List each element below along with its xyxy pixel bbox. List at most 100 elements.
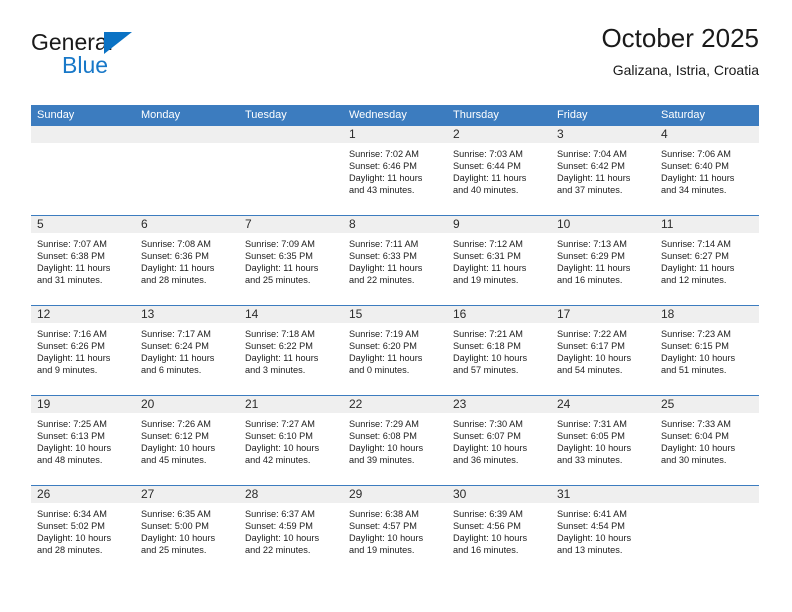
day-details: Sunrise: 6:37 AM Sunset: 4:59 PM Daylight:… (239, 504, 343, 556)
day-details: Sunrise: 7:12 AM Sunset: 6:31 PM Daylight:… (447, 234, 551, 286)
weekday-header-sunday: Sunday (37, 109, 75, 121)
sunrise-text: Sunrise: 7:02 AM (349, 149, 419, 159)
sunrise-text: Sunrise: 7:25 AM (37, 419, 107, 429)
calendar-day-cell[interactable]: 5 Sunrise: 7:07 AM Sunset: 6:38 PM Daylight… (31, 216, 135, 305)
sunrise-text: Sunrise: 7:19 AM (349, 329, 419, 339)
sunset-text: Sunset: 6:29 PM (557, 251, 625, 262)
daylight-text-cont: and 45 minutes. (141, 455, 207, 466)
calendar-day-cell[interactable]: 4 Sunrise: 7:06 AM Sunset: 6:40 PM Daylight… (655, 126, 759, 215)
calendar-day-cell[interactable]: 27 Sunrise: 6:35 AM Sunset: 5:00 PM Dayligh… (135, 486, 239, 575)
day-number: 9 (453, 217, 460, 231)
calendar-day-cell[interactable]: 10 Sunrise: 7:13 AM Sunset: 6:29 PM Dayligh… (551, 216, 655, 305)
sunrise-text: Sunrise: 6:35 AM (141, 509, 211, 519)
sunrise-text: Sunrise: 7:22 AM (557, 329, 627, 339)
sunrise-text: Sunrise: 6:41 AM (557, 509, 627, 519)
calendar-day-cell[interactable]: 2 Sunrise: 7:03 AM Sunset: 6:44 PM Daylight… (447, 126, 551, 215)
calendar-day-cell-empty (31, 126, 135, 215)
day-number: 22 (349, 397, 363, 411)
sunrise-text: Sunrise: 6:39 AM (453, 509, 523, 519)
sunrise-text: Sunrise: 7:08 AM (141, 239, 211, 249)
day-number: 3 (557, 127, 564, 141)
sunset-text: Sunset: 6:46 PM (349, 161, 417, 172)
daylight-text: Daylight: 10 hours (661, 353, 736, 364)
day-number: 14 (245, 307, 259, 321)
daylight-text-cont: and 31 minutes. (37, 275, 103, 286)
daylight-text: Daylight: 11 hours (661, 173, 735, 184)
calendar-day-cell[interactable]: 21 Sunrise: 7:27 AM Sunset: 6:10 PM Dayligh… (239, 396, 343, 485)
calendar-day-cell[interactable]: 15 Sunrise: 7:19 AM Sunset: 6:20 PM Dayligh… (343, 306, 447, 395)
calendar-day-cell[interactable]: 18 Sunrise: 7:23 AM Sunset: 6:15 PM Dayligh… (655, 306, 759, 395)
calendar-week-row: 5 Sunrise: 7:07 AM Sunset: 6:38 PM Daylight… (31, 215, 759, 305)
calendar-week-row: 19 Sunrise: 7:25 AM Sunset: 6:13 PM Dayligh… (31, 395, 759, 485)
day-details: Sunrise: 7:33 AM Sunset: 6:04 PM Daylight:… (655, 414, 759, 466)
calendar-day-cell[interactable]: 3 Sunrise: 7:04 AM Sunset: 6:42 PM Daylight… (551, 126, 655, 215)
day-number: 8 (349, 217, 356, 231)
daylight-text-cont: and 51 minutes. (661, 365, 727, 376)
daylight-text: Daylight: 11 hours (349, 353, 423, 364)
calendar-day-cell[interactable]: 31 Sunrise: 6:41 AM Sunset: 4:54 PM Dayligh… (551, 486, 655, 575)
calendar-day-cell[interactable]: 19 Sunrise: 7:25 AM Sunset: 6:13 PM Dayligh… (31, 396, 135, 485)
calendar-day-cell[interactable]: 25 Sunrise: 7:33 AM Sunset: 6:04 PM Dayligh… (655, 396, 759, 485)
calendar-day-cell[interactable]: 6 Sunrise: 7:08 AM Sunset: 6:36 PM Daylight… (135, 216, 239, 305)
calendar-day-cell[interactable]: 24 Sunrise: 7:31 AM Sunset: 6:05 PM Dayligh… (551, 396, 655, 485)
daylight-text-cont: and 40 minutes. (453, 185, 519, 196)
sunset-text: Sunset: 6:27 PM (661, 251, 729, 262)
day-number: 11 (661, 217, 674, 231)
daylight-text-cont: and 22 minutes. (349, 275, 415, 286)
daylight-text: Daylight: 11 hours (557, 263, 631, 274)
day-details: Sunrise: 7:22 AM Sunset: 6:17 PM Daylight:… (551, 324, 655, 376)
daylight-text: Daylight: 10 hours (245, 443, 320, 454)
daylight-text-cont: and 34 minutes. (661, 185, 727, 196)
calendar-day-cell[interactable]: 23 Sunrise: 7:30 AM Sunset: 6:07 PM Dayligh… (447, 396, 551, 485)
brand-logo[interactable]: General Blue (31, 30, 231, 86)
calendar-day-cell[interactable]: 17 Sunrise: 7:22 AM Sunset: 6:17 PM Dayligh… (551, 306, 655, 395)
sunset-text: Sunset: 4:54 PM (557, 521, 625, 532)
sunset-text: Sunset: 6:24 PM (141, 341, 209, 352)
calendar-day-cell[interactable]: 26 Sunrise: 6:34 AM Sunset: 5:02 PM Dayligh… (31, 486, 135, 575)
daylight-text-cont: and 28 minutes. (37, 545, 103, 556)
calendar-day-cell[interactable]: 1 Sunrise: 7:02 AM Sunset: 6:46 PM Daylight… (343, 126, 447, 215)
calendar-day-cell[interactable]: 11 Sunrise: 7:14 AM Sunset: 6:27 PM Dayligh… (655, 216, 759, 305)
calendar-day-cell[interactable]: 28 Sunrise: 6:37 AM Sunset: 4:59 PM Dayligh… (239, 486, 343, 575)
daylight-text: Daylight: 11 hours (349, 263, 423, 274)
daylight-text: Daylight: 10 hours (37, 443, 112, 454)
day-details: Sunrise: 6:35 AM Sunset: 5:00 PM Daylight:… (135, 504, 239, 556)
sunrise-text: Sunrise: 7:21 AM (453, 329, 523, 339)
calendar-day-cell[interactable]: 16 Sunrise: 7:21 AM Sunset: 6:18 PM Dayligh… (447, 306, 551, 395)
day-details: Sunrise: 7:16 AM Sunset: 6:26 PM Daylight:… (31, 324, 135, 376)
sunrise-text: Sunrise: 7:17 AM (141, 329, 211, 339)
sunset-text: Sunset: 4:59 PM (245, 521, 313, 532)
sunset-text: Sunset: 6:22 PM (245, 341, 313, 352)
sunset-text: Sunset: 6:15 PM (661, 341, 729, 352)
daylight-text-cont: and 19 minutes. (453, 275, 519, 286)
weekday-header-monday: Monday (141, 109, 181, 121)
calendar-day-cell[interactable]: 22 Sunrise: 7:29 AM Sunset: 6:08 PM Dayligh… (343, 396, 447, 485)
calendar-day-cell[interactable]: 29 Sunrise: 6:38 AM Sunset: 4:57 PM Dayligh… (343, 486, 447, 575)
calendar-day-cell[interactable]: 13 Sunrise: 7:17 AM Sunset: 6:24 PM Dayligh… (135, 306, 239, 395)
calendar-day-cell-empty (655, 486, 759, 575)
calendar-day-cell[interactable]: 14 Sunrise: 7:18 AM Sunset: 6:22 PM Dayligh… (239, 306, 343, 395)
calendar-day-cell[interactable]: 12 Sunrise: 7:16 AM Sunset: 6:26 PM Dayligh… (31, 306, 135, 395)
daylight-text: Daylight: 11 hours (245, 353, 319, 364)
day-number: 27 (141, 487, 155, 501)
calendar-day-cell[interactable]: 9 Sunrise: 7:12 AM Sunset: 6:31 PM Daylight… (447, 216, 551, 305)
day-number-band (447, 126, 551, 144)
sunrise-text: Sunrise: 7:03 AM (453, 149, 523, 159)
sunrise-text: Sunrise: 7:16 AM (37, 329, 107, 339)
day-number-band (655, 126, 759, 144)
day-number-band (135, 216, 239, 234)
daylight-text: Daylight: 10 hours (661, 443, 736, 454)
sunrise-text: Sunrise: 7:33 AM (661, 419, 731, 429)
calendar-day-cell[interactable]: 20 Sunrise: 7:26 AM Sunset: 6:12 PM Dayligh… (135, 396, 239, 485)
sunrise-text: Sunrise: 7:07 AM (37, 239, 107, 249)
daylight-text: Daylight: 10 hours (141, 443, 216, 454)
calendar-weeks: 1 Sunrise: 7:02 AM Sunset: 6:46 PM Daylight… (31, 126, 759, 575)
calendar-day-cell[interactable]: 8 Sunrise: 7:11 AM Sunset: 6:33 PM Daylight… (343, 216, 447, 305)
day-number-band (239, 216, 343, 234)
day-details: Sunrise: 7:31 AM Sunset: 6:05 PM Daylight:… (551, 414, 655, 466)
calendar-day-cell[interactable]: 30 Sunrise: 6:39 AM Sunset: 4:56 PM Dayligh… (447, 486, 551, 575)
sunrise-text: Sunrise: 7:31 AM (557, 419, 627, 429)
sunrise-text: Sunrise: 7:18 AM (245, 329, 315, 339)
day-number: 29 (349, 487, 363, 501)
calendar-day-cell[interactable]: 7 Sunrise: 7:09 AM Sunset: 6:35 PM Daylight… (239, 216, 343, 305)
